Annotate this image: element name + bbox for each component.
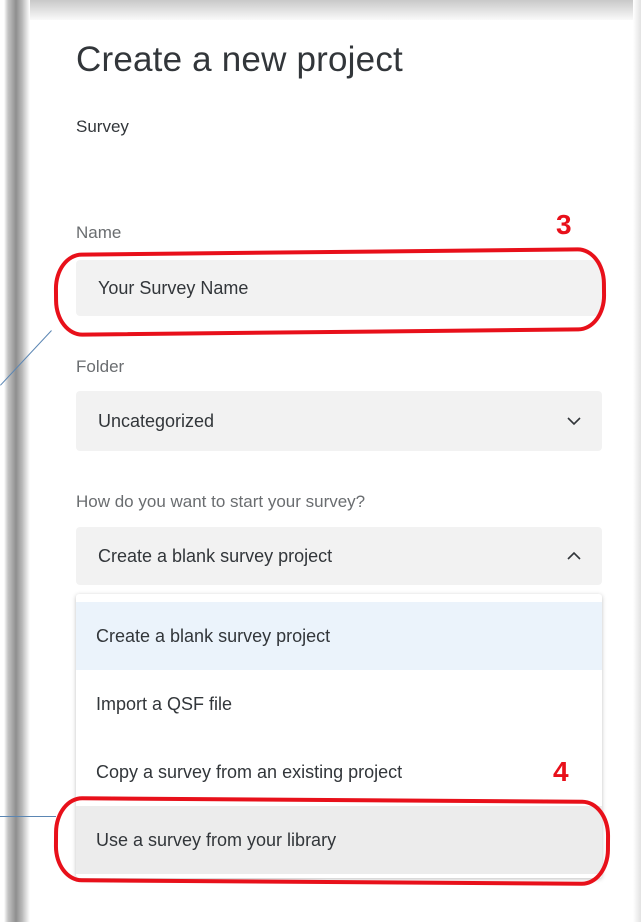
folder-select[interactable]: Uncategorized	[76, 391, 602, 451]
name-label: Name	[76, 223, 122, 242]
highlight-ring-library	[53, 796, 611, 886]
menu-option-import-qsf[interactable]: Import a QSF file	[76, 670, 602, 738]
highlight-ring-name	[53, 247, 607, 337]
step-number-3: 3	[556, 209, 572, 240]
menu-option-label: Copy a survey from an existing project	[96, 761, 403, 782]
menu-option-label: Import a QSF file	[96, 693, 233, 714]
start-method-label: How do you want to start your survey?	[76, 492, 366, 511]
start-method-value: Create a blank survey project	[98, 545, 333, 566]
page-title: Create a new project	[76, 40, 403, 79]
project-type-label: Survey	[76, 117, 129, 136]
window-frame-top	[0, 0, 641, 22]
callout-line-4	[0, 816, 56, 817]
menu-option-label: Create a blank survey project	[96, 625, 331, 646]
folder-label: Folder	[76, 357, 125, 376]
window-frame-left	[0, 0, 30, 922]
start-method-select[interactable]: Create a blank survey project	[76, 527, 602, 585]
chevron-up-icon	[567, 551, 581, 560]
folder-select-value: Uncategorized	[98, 410, 215, 431]
step-number-4: 4	[553, 756, 569, 787]
chevron-down-icon	[567, 417, 581, 426]
window-frame-right	[633, 0, 641, 922]
menu-option-blank[interactable]: Create a blank survey project	[76, 602, 602, 670]
